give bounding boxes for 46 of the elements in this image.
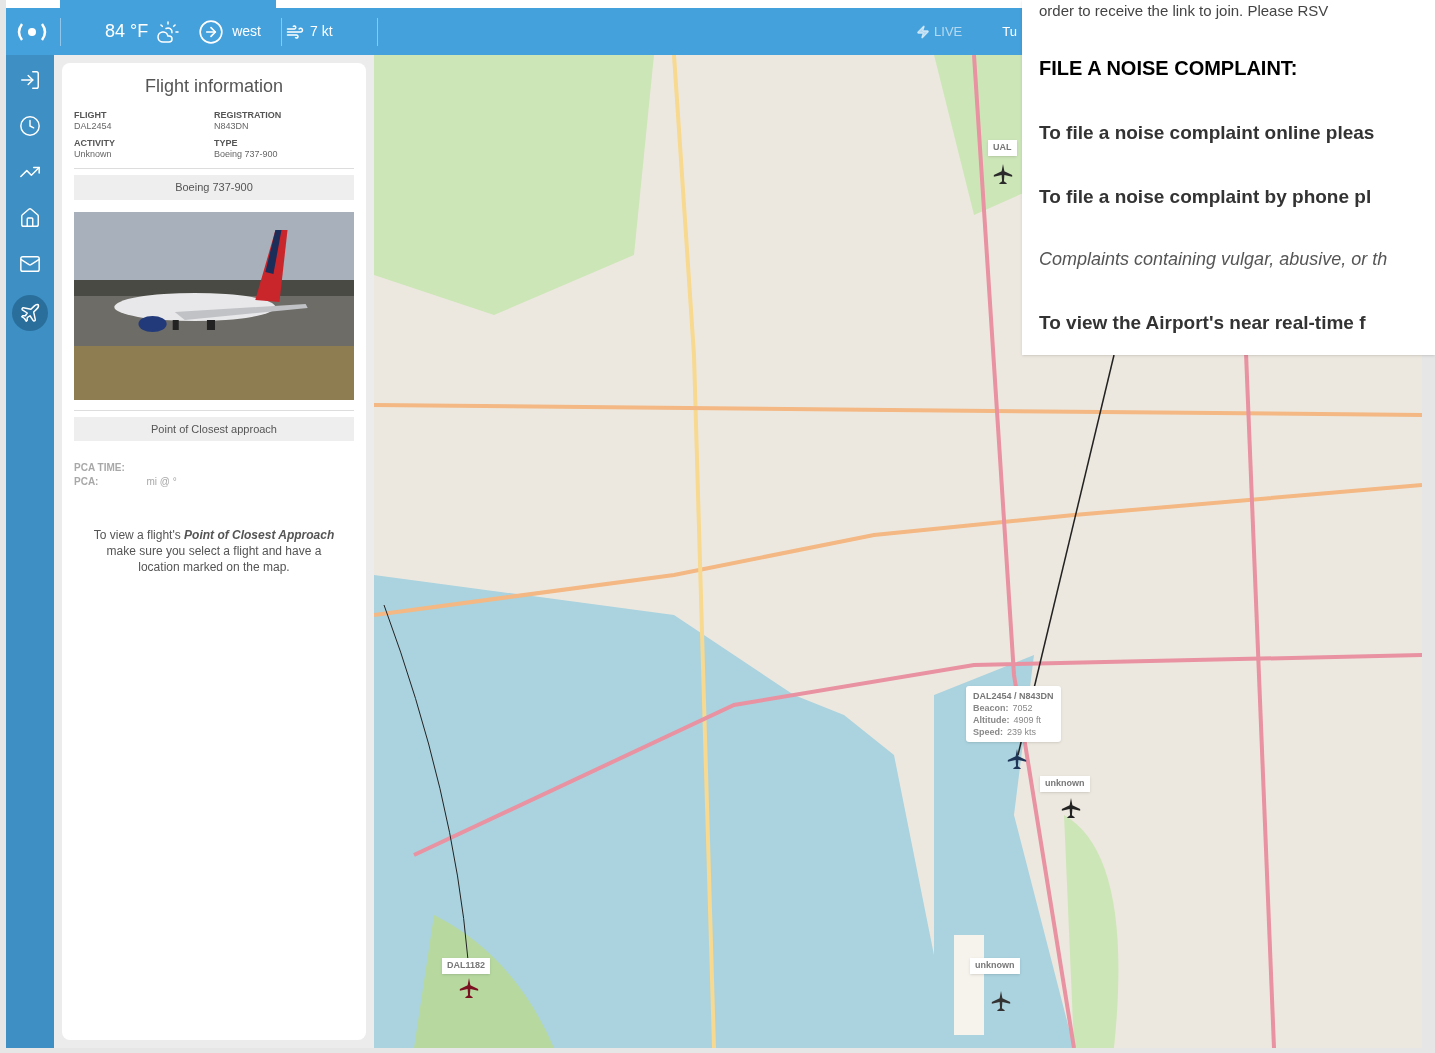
flight-tag: UAL: [988, 140, 1017, 156]
popup-text: To view the Airport's near real-time f: [1039, 310, 1367, 335]
live-indicator[interactable]: LIVE: [934, 21, 963, 42]
wind-icon: [286, 22, 304, 41]
flight-tag: unknown: [970, 958, 1020, 974]
temperature: 84 °F: [105, 20, 149, 43]
hint-text: To view a flight's Point of Closest Approach make sure you select a flight and have a location marked on the map.: [92, 527, 336, 575]
detail-value: 239 kts: [1007, 726, 1037, 738]
field-value: Unknown: [74, 149, 113, 160]
weather-icon: [156, 19, 181, 44]
field-value: DAL2454: [74, 121, 113, 132]
bolt-icon: [916, 24, 931, 39]
field-value: N843DN: [214, 121, 250, 132]
section-header: Point of Closest approach: [74, 416, 354, 441]
popup-heading: FILE A NOISE COMPLAINT:: [1039, 55, 1299, 81]
field-label: FLIGHT: [74, 110, 108, 121]
detail-value: 4909 ft: [1013, 714, 1042, 726]
login-icon: [19, 69, 41, 91]
detail-label: Beacon:: [973, 702, 1009, 714]
field-label: TYPE: [214, 138, 239, 149]
detail-label: Altitude:: [973, 714, 1010, 726]
mail-icon: [19, 253, 41, 275]
detail-value: 7052: [1012, 702, 1033, 714]
popup-text: order to receive the link to join. Please RSV: [1039, 1, 1330, 21]
sidebar-item[interactable]: [12, 295, 48, 331]
field-label: REGISTRATION: [214, 110, 283, 121]
clock-icon: [19, 115, 41, 137]
wind-direction-icon: [198, 18, 225, 45]
field-label: PCA TIME:: [74, 461, 125, 475]
popup-text: To file a noise complaint by phone pl: [1039, 185, 1373, 209]
field-label: ACTIVITY: [74, 138, 116, 149]
section-header: Boeing 737-900: [74, 175, 354, 200]
flight-callsign: DAL2454 / N843DN: [973, 690, 1054, 702]
home-icon: [19, 207, 41, 229]
field-label: PCA:: [74, 475, 99, 489]
popup-text: Complaints containing vulgar, abusive, or th: [1039, 247, 1389, 271]
plane-icon: [19, 302, 41, 324]
popup-text: To file a noise complaint online pleas: [1039, 120, 1376, 145]
flight-tag: unknown: [1040, 776, 1090, 792]
panel-title: Flight information: [143, 75, 285, 98]
wind-speed: 7 kt: [310, 22, 333, 41]
wind-direction: west: [232, 22, 261, 41]
detail-label: Speed:: [973, 726, 1003, 738]
menu-tab[interactable]: Tu: [1002, 21, 1017, 42]
flight-tag: DAL1182: [442, 958, 491, 974]
field-value: Boeing 737-900: [214, 149, 279, 160]
